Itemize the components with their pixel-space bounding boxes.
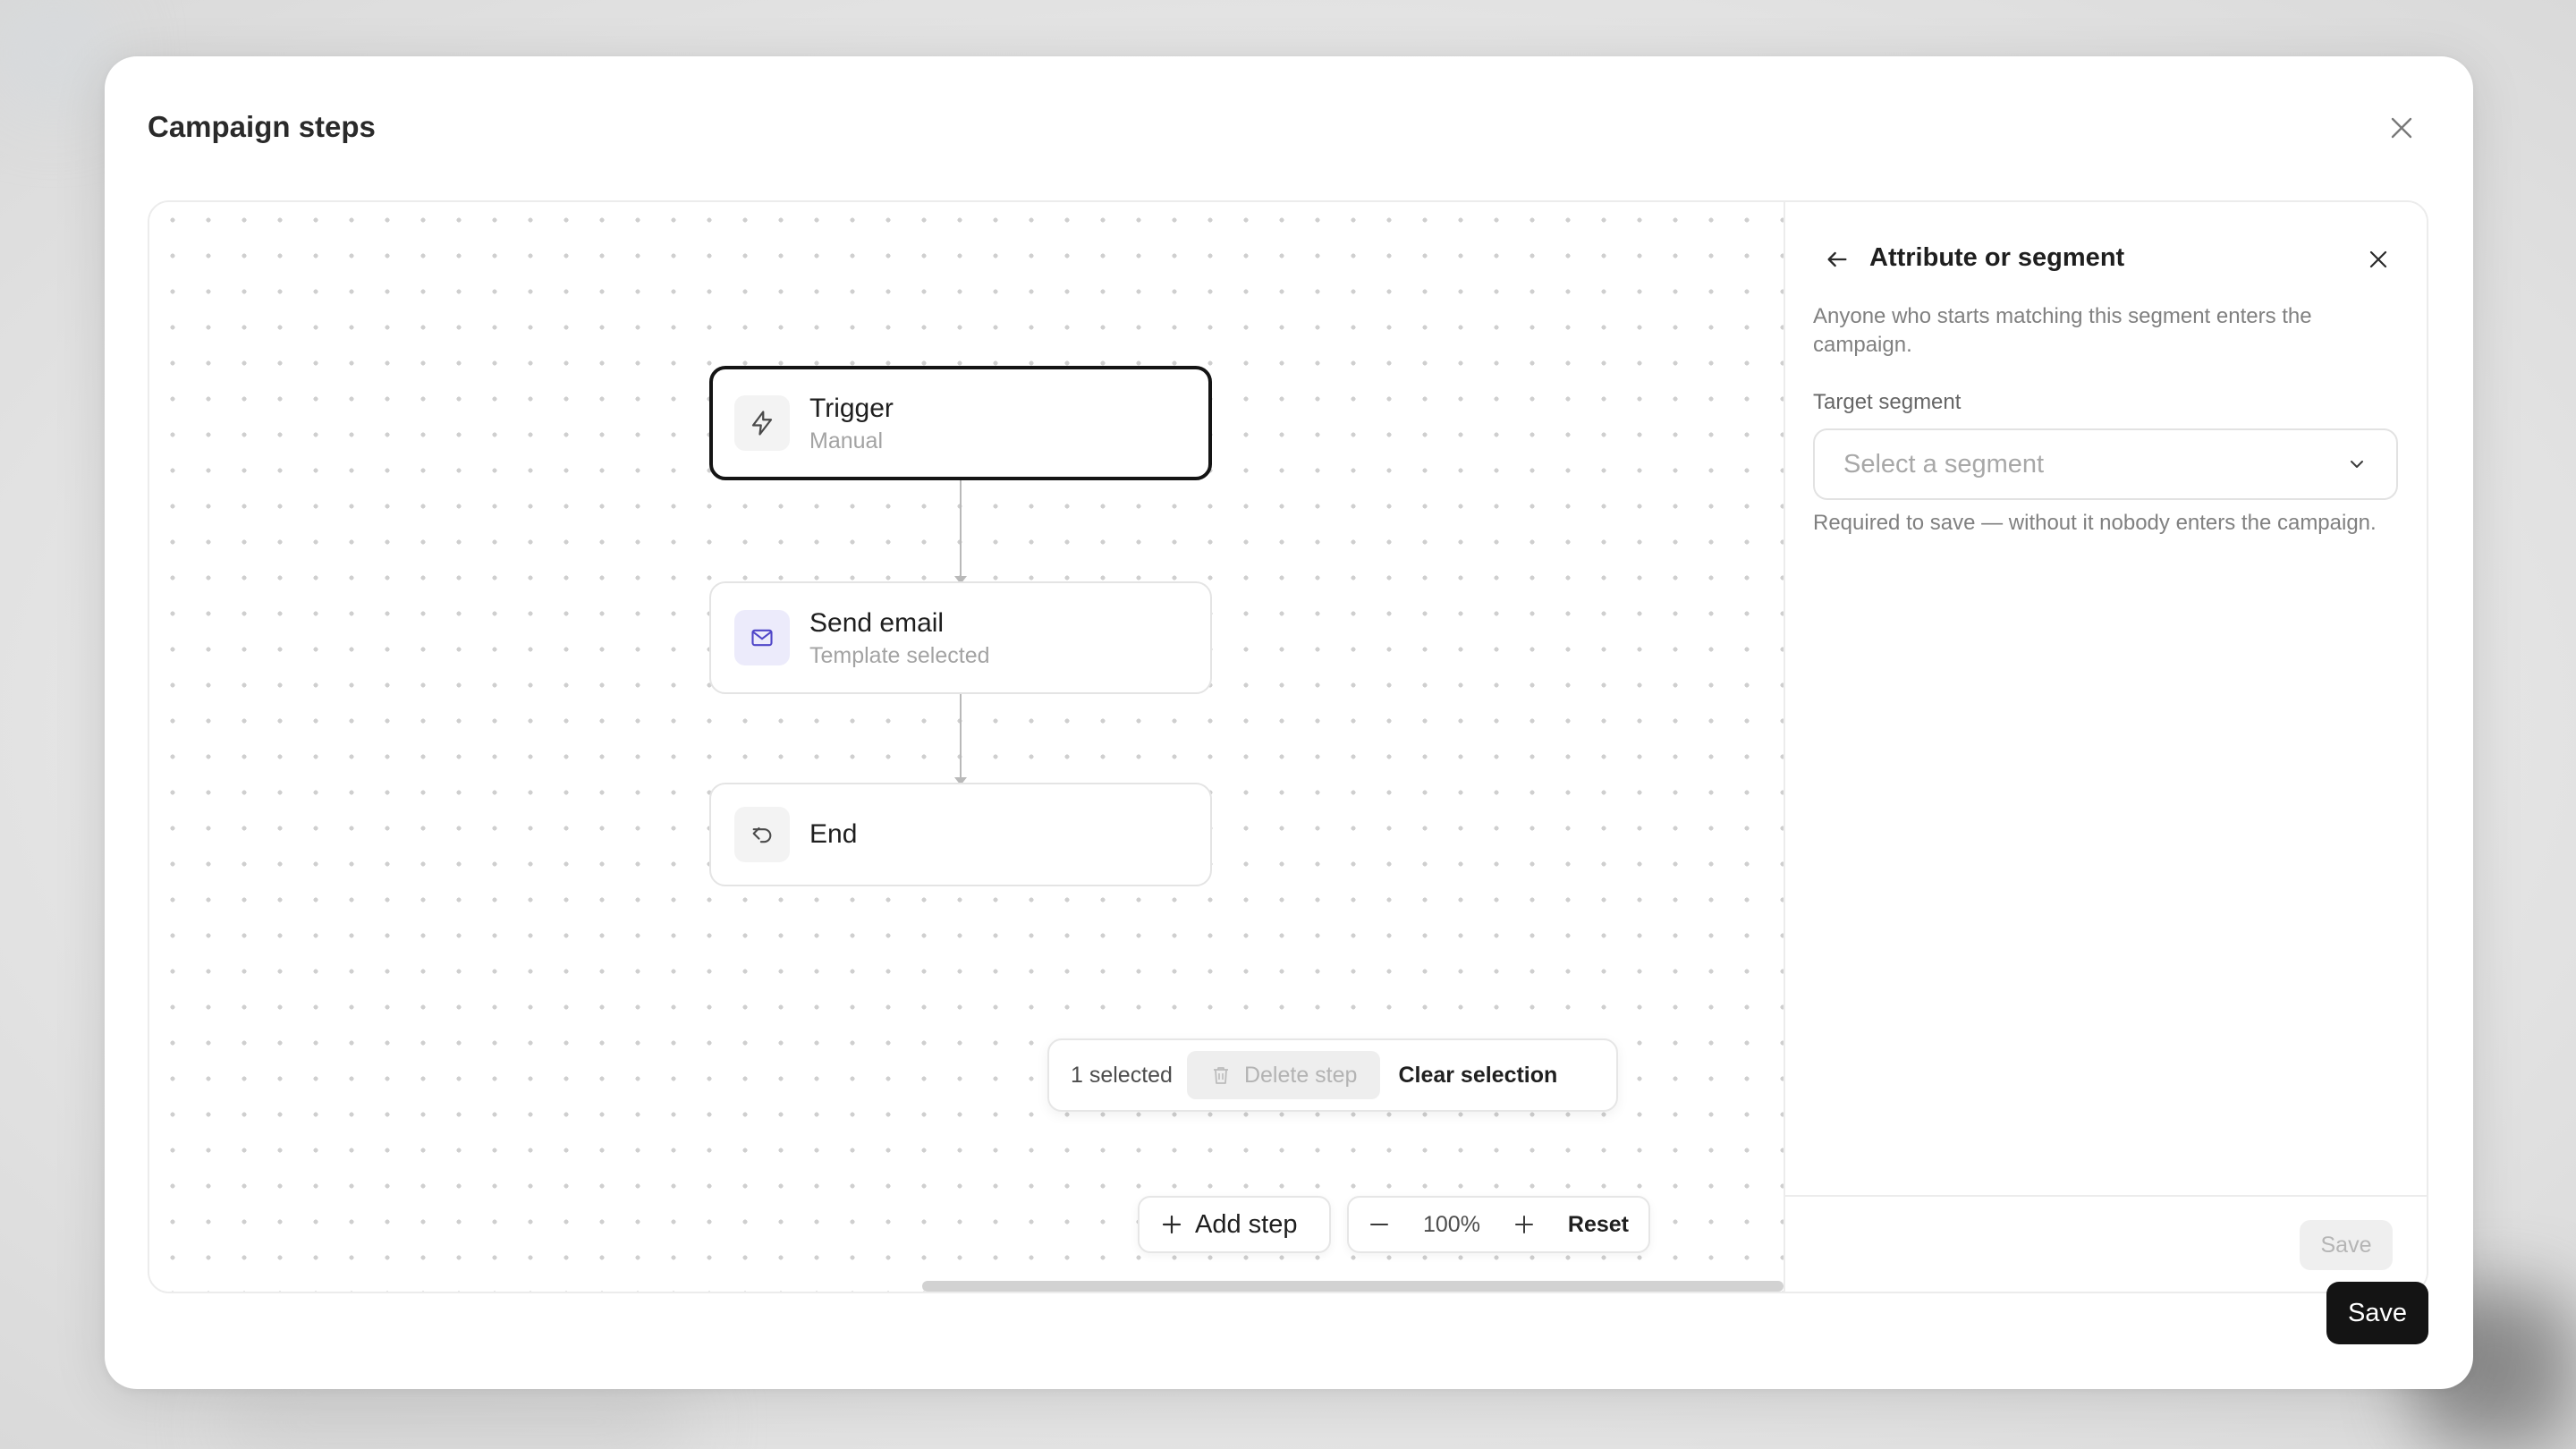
panel-description: Anyone who starts matching this segment … [1813, 304, 2312, 357]
zoom-level: 100% [1422, 1211, 1480, 1237]
node-end[interactable]: End [709, 783, 1212, 886]
backdrop-blur [0, 0, 107, 107]
selection-bar: 1 selected Delete step Clear selection [1047, 1038, 1618, 1112]
segment-help-text: Required to save — without it nobody ent… [1813, 511, 2377, 535]
step-settings-panel: Attribute or segment Anyone who starts m… [1784, 202, 2427, 1292]
node-send-email[interactable]: Send email Template selected [709, 581, 1212, 694]
add-step-label: Add step [1195, 1209, 1298, 1239]
arrow-left-icon [1827, 251, 1847, 267]
clear-selection-button[interactable]: Clear selection [1398, 1063, 1557, 1089]
selection-count: 1 selected [1071, 1062, 1173, 1088]
plus-icon [1514, 1216, 1533, 1233]
add-step-button[interactable]: Add step [1138, 1196, 1331, 1253]
node-subtitle: Manual [809, 428, 883, 453]
campaign-steps-modal: Campaign steps Trigger Manual Send email… [105, 56, 2473, 1389]
horizontal-scrollbar[interactable] [922, 1281, 1784, 1292]
target-segment-label: Target segment [1813, 390, 1962, 414]
panel-back-button[interactable] [1819, 242, 1855, 277]
connector-line [960, 480, 962, 579]
zoom-out-button[interactable] [1368, 1214, 1390, 1235]
panel-save-button[interactable]: Save [2300, 1220, 2393, 1270]
reset-zoom-button[interactable]: Reset [1568, 1212, 1629, 1238]
panel-title: Attribute or segment [1869, 243, 2125, 272]
node-subtitle: Template selected [809, 642, 990, 668]
backdrop-blur [224, 1395, 689, 1449]
zoom-controls: 100% Reset [1347, 1196, 1650, 1253]
trash-icon [1213, 1067, 1228, 1084]
panel-footer: Save [1785, 1195, 2427, 1292]
panel-close-button[interactable] [2360, 242, 2396, 277]
close-icon [2369, 250, 2387, 268]
node-title: Trigger [809, 393, 894, 423]
plus-icon [1162, 1215, 1182, 1234]
mail-icon [734, 610, 790, 665]
segment-select[interactable]: Select a segment [1813, 428, 2398, 500]
delete-step-button[interactable]: Delete step [1186, 1051, 1381, 1099]
node-trigger[interactable]: Trigger Manual [709, 366, 1212, 480]
return-icon [734, 807, 790, 862]
save-button[interactable]: Save [2326, 1282, 2428, 1344]
editor-frame: Trigger Manual Send email Template selec… [148, 200, 2428, 1293]
node-title: End [809, 819, 858, 849]
delete-step-label: Delete step [1243, 1062, 1358, 1088]
close-icon [2391, 117, 2412, 139]
segment-select-placeholder: Select a segment [1843, 449, 2045, 479]
lightning-icon [734, 395, 790, 451]
minus-icon [1370, 1224, 1388, 1225]
modal-title: Campaign steps [148, 110, 376, 143]
zoom-in-button[interactable] [1513, 1214, 1535, 1235]
node-title: Send email [809, 607, 945, 638]
modal-close-button[interactable] [2384, 110, 2419, 146]
chevron-down-icon [2351, 461, 2363, 468]
connector-line [960, 694, 962, 780]
flow-canvas[interactable]: Trigger Manual Send email Template selec… [149, 202, 1784, 1292]
